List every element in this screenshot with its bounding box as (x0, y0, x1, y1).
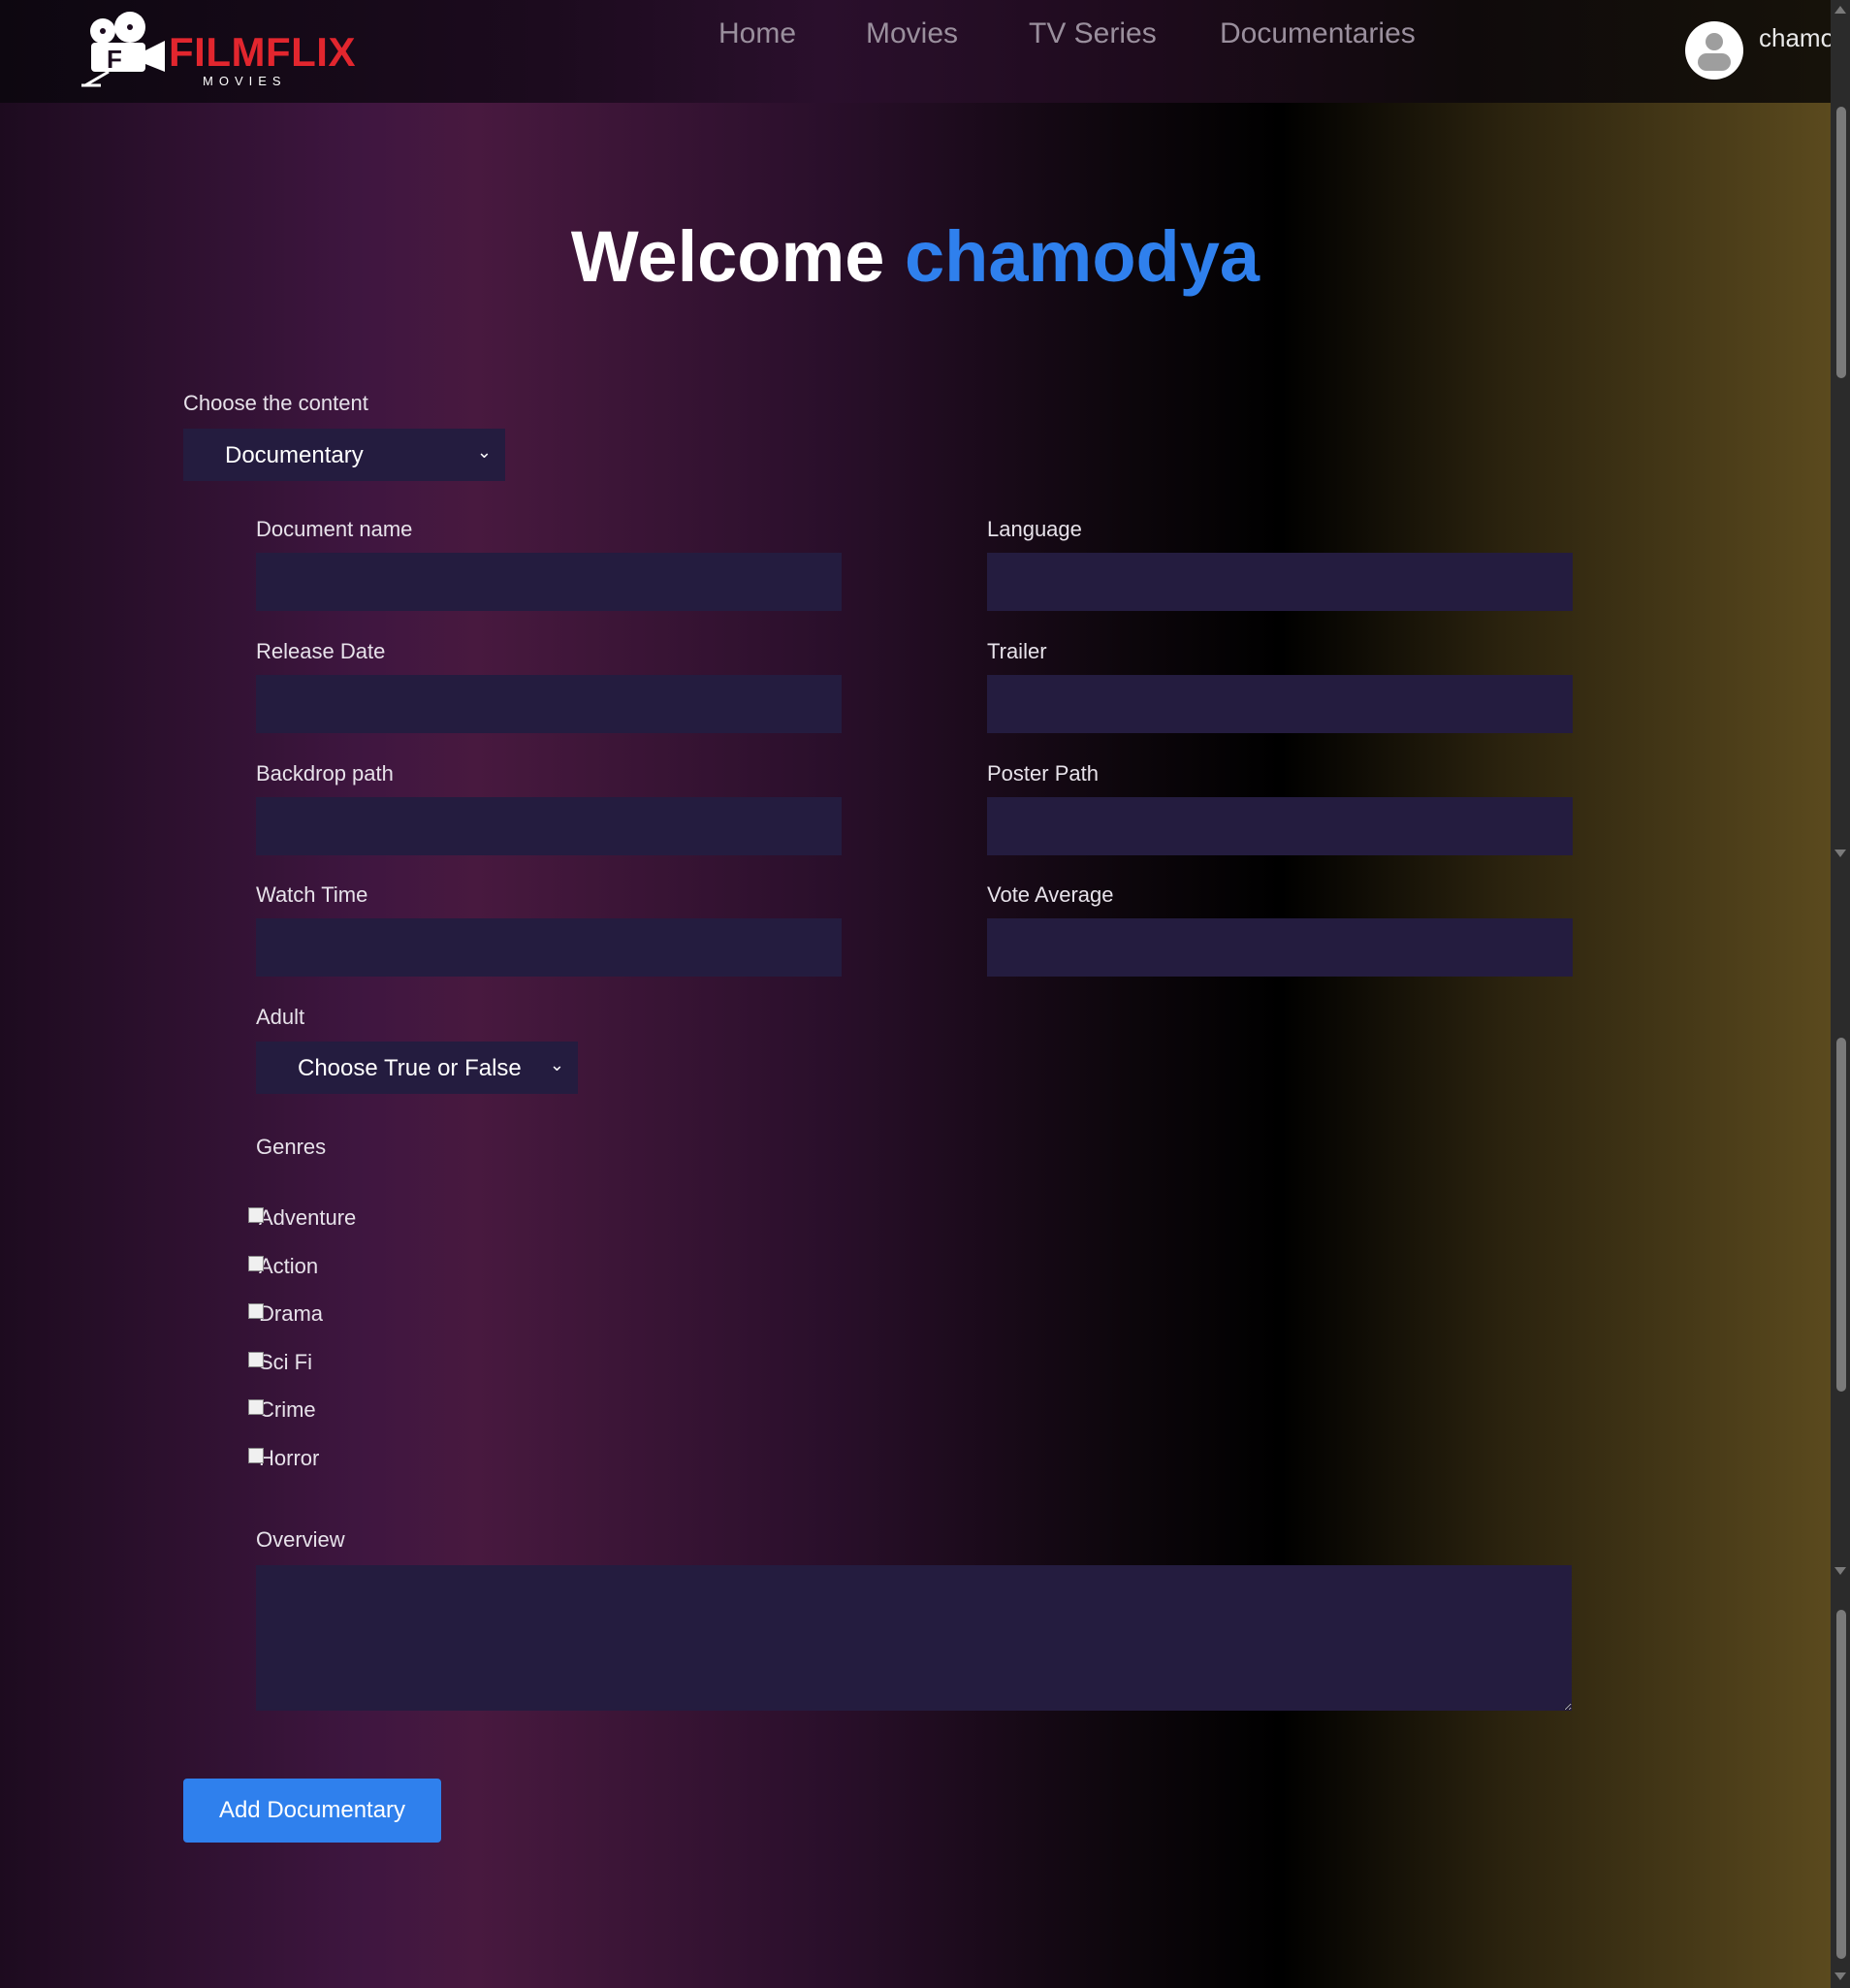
scrollbar-thumb[interactable] (1836, 107, 1846, 378)
site-header: F FILMFLIX MOVIES Home Movies TV Series … (0, 0, 1850, 103)
poster-path-input[interactable] (987, 797, 1573, 855)
film-camera-icon: F (81, 12, 165, 87)
trailer-input[interactable] (987, 675, 1573, 733)
svg-text:F: F (107, 45, 122, 74)
genre-checkbox[interactable] (248, 1303, 264, 1319)
genre-option-label: Horror (259, 1446, 320, 1470)
watch-time-label: Watch Time (256, 882, 368, 907)
adult-select[interactable]: Choose True or False ⌄ (256, 1042, 578, 1094)
user-avatar-icon[interactable] (1685, 21, 1743, 80)
document-name-label: Document name (256, 517, 413, 541)
adult-label: Adult (256, 1005, 305, 1029)
genre-option-horror[interactable]: Horror (248, 1446, 319, 1471)
genre-checkbox[interactable] (248, 1448, 264, 1463)
brand-name: FILMFLIX (169, 29, 356, 75)
language-input[interactable] (987, 553, 1573, 611)
scroll-down-arrow-icon-2[interactable] (1834, 1567, 1846, 1575)
scrollbar-thumb-3[interactable] (1836, 1610, 1846, 1959)
release-date-input[interactable] (256, 675, 842, 733)
genre-checkbox[interactable] (248, 1256, 264, 1271)
brand-logo[interactable]: F FILMFLIX MOVIES (80, 12, 370, 89)
welcome-greeting: Welcome (570, 216, 885, 297)
nav-documentaries[interactable]: Documentaries (1220, 17, 1416, 50)
genre-option-label: Drama (259, 1301, 324, 1326)
genres-label: Genres (256, 1135, 327, 1159)
add-documentary-button[interactable]: Add Documentary (183, 1779, 441, 1843)
scrollbar-thumb-2[interactable] (1836, 1038, 1846, 1392)
nav-movies[interactable]: Movies (866, 17, 958, 50)
genre-option-drama[interactable]: Drama (248, 1301, 323, 1327)
genre-option-action[interactable]: Action (248, 1254, 318, 1279)
document-name-input[interactable] (256, 553, 842, 611)
chevron-down-icon: ⌄ (476, 442, 492, 462)
watch-time-input[interactable] (256, 918, 842, 977)
scroll-up-arrow-icon[interactable] (1834, 6, 1846, 14)
poster-path-label: Poster Path (987, 761, 1099, 786)
trailer-label: Trailer (987, 639, 1047, 663)
content-select[interactable]: Documentary ⌄ (183, 429, 505, 481)
nav-home[interactable]: Home (718, 17, 796, 50)
scroll-down-arrow-icon-3[interactable] (1834, 1972, 1846, 1980)
genre-option-sci-fi[interactable]: Sci Fi (248, 1350, 312, 1375)
genre-checkbox[interactable] (248, 1399, 264, 1415)
welcome-heading: Welcome chamodya (0, 215, 1831, 298)
genre-option-label: Crime (259, 1397, 316, 1422)
welcome-user-name: chamodya (905, 216, 1260, 297)
content-select-label: Choose the content (183, 391, 368, 415)
overview-textarea[interactable] (256, 1565, 1572, 1711)
nav-tv-series[interactable]: TV Series (1029, 17, 1157, 50)
overview-label: Overview (256, 1527, 345, 1552)
genre-option-label: Adventure (259, 1205, 357, 1230)
backdrop-path-label: Backdrop path (256, 761, 394, 786)
brand-tagline: MOVIES (203, 74, 287, 88)
vote-average-label: Vote Average (987, 882, 1114, 907)
genre-option-label: Action (259, 1254, 319, 1278)
scrollbar[interactable] (1831, 0, 1850, 1988)
genre-option-adventure[interactable]: Adventure (248, 1205, 356, 1231)
vote-average-input[interactable] (987, 918, 1573, 977)
scroll-down-arrow-icon[interactable] (1834, 850, 1846, 857)
language-label: Language (987, 517, 1082, 541)
backdrop-path-input[interactable] (256, 797, 842, 855)
adult-select-value: Choose True or False (298, 1055, 522, 1081)
chevron-down-icon: ⌄ (549, 1055, 564, 1074)
genre-checkbox[interactable] (248, 1207, 264, 1223)
genre-option-label: Sci Fi (259, 1350, 312, 1374)
release-date-label: Release Date (256, 639, 386, 663)
content-select-value: Documentary (225, 442, 364, 468)
genre-option-crime[interactable]: Crime (248, 1397, 316, 1423)
genre-checkbox[interactable] (248, 1352, 264, 1367)
